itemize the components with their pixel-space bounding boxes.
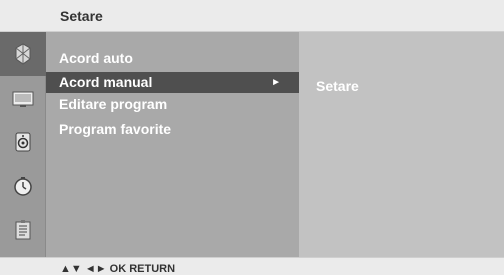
setup-menu-screen: Setare Acord auto Acord manual ► Editare… <box>0 0 504 275</box>
menu-item-acord-auto[interactable]: Acord auto <box>46 48 299 69</box>
menu-item-editare-program[interactable]: Editare program <box>46 94 299 115</box>
menu-title: Setare <box>60 8 103 24</box>
arrow-right-icon: ► <box>271 77 281 88</box>
category-sidebar <box>0 32 46 257</box>
time-icon[interactable] <box>0 164 46 208</box>
submenu-panel: Setare <box>299 32 504 257</box>
setup-icon[interactable] <box>0 32 46 76</box>
submenu-item-setare[interactable]: Setare <box>316 78 359 94</box>
menu-item-acord-manual[interactable]: Acord manual ► <box>46 72 299 93</box>
menu-item-label: Acord manual <box>59 74 153 90</box>
menu-item-label: Editare program <box>59 96 168 112</box>
menu-item-label: Acord auto <box>59 50 133 66</box>
menu-item-program-favorite[interactable]: Program favorite <box>46 119 299 140</box>
navigation-hint: ▲▼ ◄► OK RETURN <box>60 263 176 275</box>
audio-icon[interactable] <box>0 120 46 164</box>
picture-icon[interactable] <box>0 76 46 120</box>
title-bar: Setare <box>0 0 504 32</box>
menu-panel: Acord auto Acord manual ► Editare progra… <box>46 32 299 257</box>
option-icon[interactable] <box>0 208 46 252</box>
footer-hint-bar: ▲▼ ◄► OK RETURN <box>0 257 504 275</box>
menu-item-label: Program favorite <box>59 121 172 137</box>
